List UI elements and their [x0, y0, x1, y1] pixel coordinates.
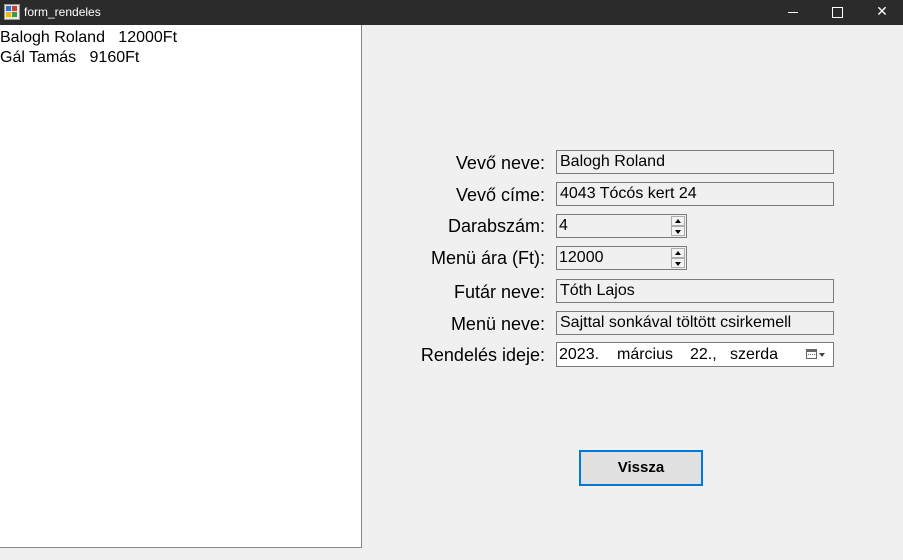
- darabszam-value: 4: [559, 217, 568, 234]
- close-icon: ✕: [876, 4, 888, 20]
- futar-neve-label: Futár neve:: [453, 282, 545, 302]
- menu-neve-label: Menü neve:: [450, 314, 545, 334]
- arrow-down-icon: [675, 262, 681, 266]
- menu-ara-label: Menü ára (Ft):: [430, 248, 545, 268]
- rendeles-ideje-datepicker[interactable]: 2023. március 22., szerda: [556, 342, 834, 367]
- date-month[interactable]: március: [617, 343, 673, 366]
- menu-ara-up-button[interactable]: [671, 248, 685, 258]
- date-day[interactable]: 22.,: [690, 343, 717, 366]
- menu-ara-down-button[interactable]: [671, 258, 685, 268]
- minimize-button[interactable]: [771, 0, 817, 25]
- list-item[interactable]: Balogh Roland 12000Ft: [0, 28, 177, 48]
- app-icon: [4, 4, 20, 20]
- date-weekday[interactable]: szerda: [730, 343, 778, 366]
- darabszam-down-button[interactable]: [671, 226, 685, 236]
- close-button[interactable]: ✕: [859, 0, 903, 25]
- date-year[interactable]: 2023.: [559, 343, 599, 366]
- menu-ara-stepper[interactable]: 12000: [556, 246, 687, 270]
- rendeles-ideje-label: Rendelés ideje:: [420, 345, 545, 365]
- vissza-button[interactable]: Vissza: [579, 450, 703, 486]
- list-item[interactable]: Gál Tamás 9160Ft: [0, 48, 139, 68]
- arrow-down-icon: [675, 230, 681, 234]
- minimize-icon: [788, 12, 798, 13]
- calendar-icon[interactable]: [806, 349, 817, 359]
- window-title: form_rendeles: [24, 5, 101, 19]
- vevo-neve-field[interactable]: Balogh Roland: [556, 150, 834, 174]
- darabszam-stepper[interactable]: 4: [556, 214, 687, 238]
- orders-listbox[interactable]: Balogh Roland 12000Ft Gál Tamás 9160Ft: [0, 25, 362, 548]
- arrow-up-icon: [675, 219, 681, 223]
- arrow-up-icon: [675, 251, 681, 255]
- futar-neve-field[interactable]: Tóth Lajos: [556, 279, 834, 303]
- title-bar: form_rendeles ✕: [0, 0, 903, 25]
- chevron-down-icon[interactable]: [819, 353, 825, 357]
- maximize-button[interactable]: [815, 0, 861, 25]
- darabszam-label: Darabszám:: [447, 216, 545, 236]
- darabszam-up-button[interactable]: [671, 216, 685, 226]
- vevo-cime-label: Vevő címe:: [455, 185, 545, 205]
- maximize-icon: [832, 7, 843, 18]
- menu-neve-field[interactable]: Sajttal sonkával töltött csirkemell: [556, 311, 834, 335]
- vevo-neve-label: Vevő neve:: [455, 153, 545, 173]
- menu-ara-value: 12000: [559, 249, 604, 266]
- vevo-cime-field[interactable]: 4043 Tócós kert 24: [556, 182, 834, 206]
